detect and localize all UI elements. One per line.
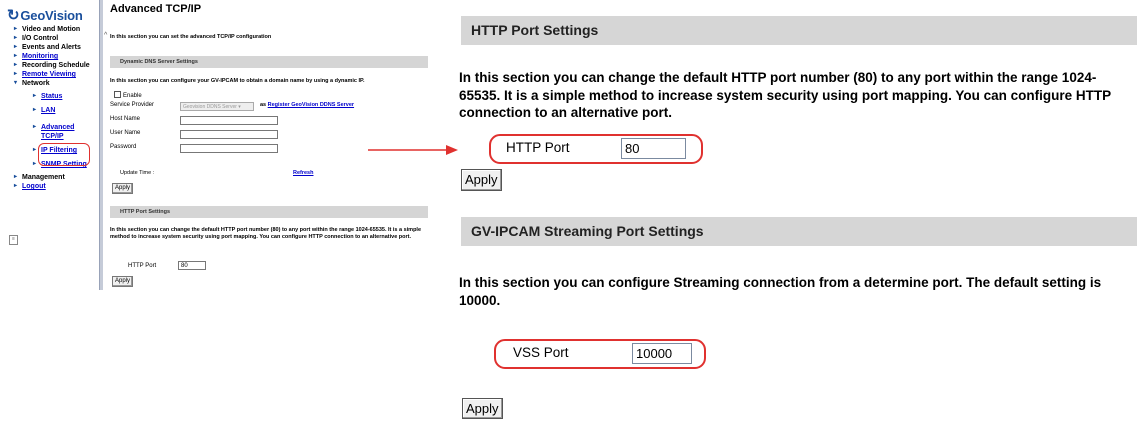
- vss-port-label: VSS Port: [513, 345, 569, 360]
- user-name-label: User Name: [110, 130, 141, 136]
- bullet-icon: ▸: [14, 183, 18, 189]
- http-port-label-small: HTTP Port: [128, 263, 157, 269]
- nav-item-management[interactable]: ▸ Management: [14, 173, 98, 182]
- frame-splitter[interactable]: [99, 0, 103, 290]
- bullet-icon: ▸: [14, 174, 18, 180]
- password-field[interactable]: [180, 144, 278, 153]
- logo-text: GeoVision: [20, 8, 83, 23]
- nav-item-logout[interactable]: ▸ Logout: [14, 182, 98, 191]
- http-port-settings-header: HTTP Port Settings: [461, 16, 1137, 45]
- nav-highlight-box: [38, 143, 90, 166]
- bullet-icon: ▸: [14, 35, 18, 41]
- update-time-label: Update Time :: [120, 170, 155, 176]
- bullet-icon: ▸: [33, 147, 37, 153]
- host-name-field[interactable]: [180, 116, 278, 125]
- bullet-icon: ▸: [14, 62, 18, 68]
- streaming-port-description: In this section you can configure Stream…: [459, 275, 1102, 308]
- http-port-settings-header-small: HTTP Port Settings: [110, 206, 428, 218]
- geovision-logo: ↻GeoVision: [7, 6, 83, 24]
- checkbox-box[interactable]: [114, 91, 121, 98]
- http-apply-button-small[interactable]: Apply: [112, 276, 134, 287]
- bullet-icon: ▸: [33, 124, 37, 130]
- nav-item-network[interactable]: ▾ Network: [14, 79, 98, 88]
- sidebar-nav: ▸ Video and Motion ▸ I/O Control ▸ Events a…: [14, 25, 98, 191]
- as-text: as: [260, 102, 267, 108]
- enable-ddns-checkbox[interactable]: Enable: [114, 91, 142, 99]
- dns-apply-button[interactable]: Apply: [112, 183, 134, 194]
- enable-label: Enable: [123, 93, 142, 99]
- service-provider-label: Service Provider: [110, 102, 155, 108]
- nav-item-monitoring[interactable]: ▸ Monitoring: [14, 52, 98, 61]
- refresh-link[interactable]: Refresh: [293, 170, 313, 176]
- frame-toggle-icon[interactable]: ≡: [9, 235, 18, 245]
- http-port-input-small[interactable]: 80: [178, 261, 206, 270]
- host-name-label: Host Name: [110, 116, 141, 122]
- streaming-apply-button[interactable]: Apply: [462, 398, 503, 419]
- http-port-input[interactable]: 80: [621, 138, 686, 159]
- zoomed-port-settings: HTTP Port Settings In this section you c…: [458, 0, 1137, 421]
- mini-screenshot: ↻GeoVision ▸ Video and Motion ▸ I/O Contro…: [0, 0, 430, 300]
- nav-item-video-and-motion[interactable]: ▸ Video and Motion: [14, 25, 98, 34]
- bullet-icon: ▾: [14, 80, 18, 86]
- dns-description: In this section you can configure your G…: [110, 78, 365, 84]
- bullet-icon: ▸: [14, 44, 18, 50]
- register-ddns-link[interactable]: Register GeoVision DDNS Server: [268, 102, 354, 108]
- http-port-description-small: In this section you can change the defau…: [110, 227, 422, 240]
- bullet-icon: ▸: [14, 71, 18, 77]
- gv-ipcam-streaming-port-header: GV-IPCAM Streaming Port Settings: [461, 217, 1137, 246]
- dns-settings-header: Dynamic DNS Server Settings: [110, 56, 428, 68]
- http-port-label: HTTP Port: [506, 140, 570, 155]
- user-name-field[interactable]: [180, 130, 278, 139]
- bullet-icon: ▸: [33, 161, 37, 167]
- page-intro: In this section you can set the advanced…: [110, 34, 272, 40]
- nav-item-recording-schedule[interactable]: ▸ Recording Schedule: [14, 61, 98, 70]
- logo-mark-icon: ↻: [7, 7, 20, 24]
- bullet-icon: ▸: [33, 93, 37, 99]
- nav-subitem-lan[interactable]: ▸ LAN: [14, 106, 98, 115]
- vss-port-input[interactable]: 10000: [632, 343, 692, 364]
- http-apply-button[interactable]: Apply: [461, 169, 502, 191]
- bullet-icon: ▸: [33, 107, 37, 113]
- bullet-icon: ▸: [14, 53, 18, 59]
- http-port-description: In this section you can change the defau…: [459, 70, 1111, 120]
- register-ddns-link-row: as Register GeoVision DDNS Server: [260, 102, 354, 108]
- nav-subitem-advanced-tcpip[interactable]: ▸ Advanced TCP/IP: [14, 123, 74, 141]
- service-provider-select[interactable]: Geovision DDNS Server ▾: [180, 102, 254, 111]
- page-title: Advanced TCP/IP: [110, 3, 202, 15]
- nav-item-io-control[interactable]: ▸ I/O Control: [14, 34, 98, 43]
- pointer-arrow-icon: [368, 145, 458, 155]
- nav-subitem-status[interactable]: ▸ Status: [14, 92, 98, 101]
- collapse-arrow-icon[interactable]: ^: [104, 32, 107, 39]
- nav-item-events-and-alerts[interactable]: ▸ Events and Alerts: [14, 43, 98, 52]
- password-label: Password: [110, 144, 137, 150]
- nav-item-remote-viewing[interactable]: ▸ Remote Viewing: [14, 70, 98, 79]
- bullet-icon: ▸: [14, 26, 18, 32]
